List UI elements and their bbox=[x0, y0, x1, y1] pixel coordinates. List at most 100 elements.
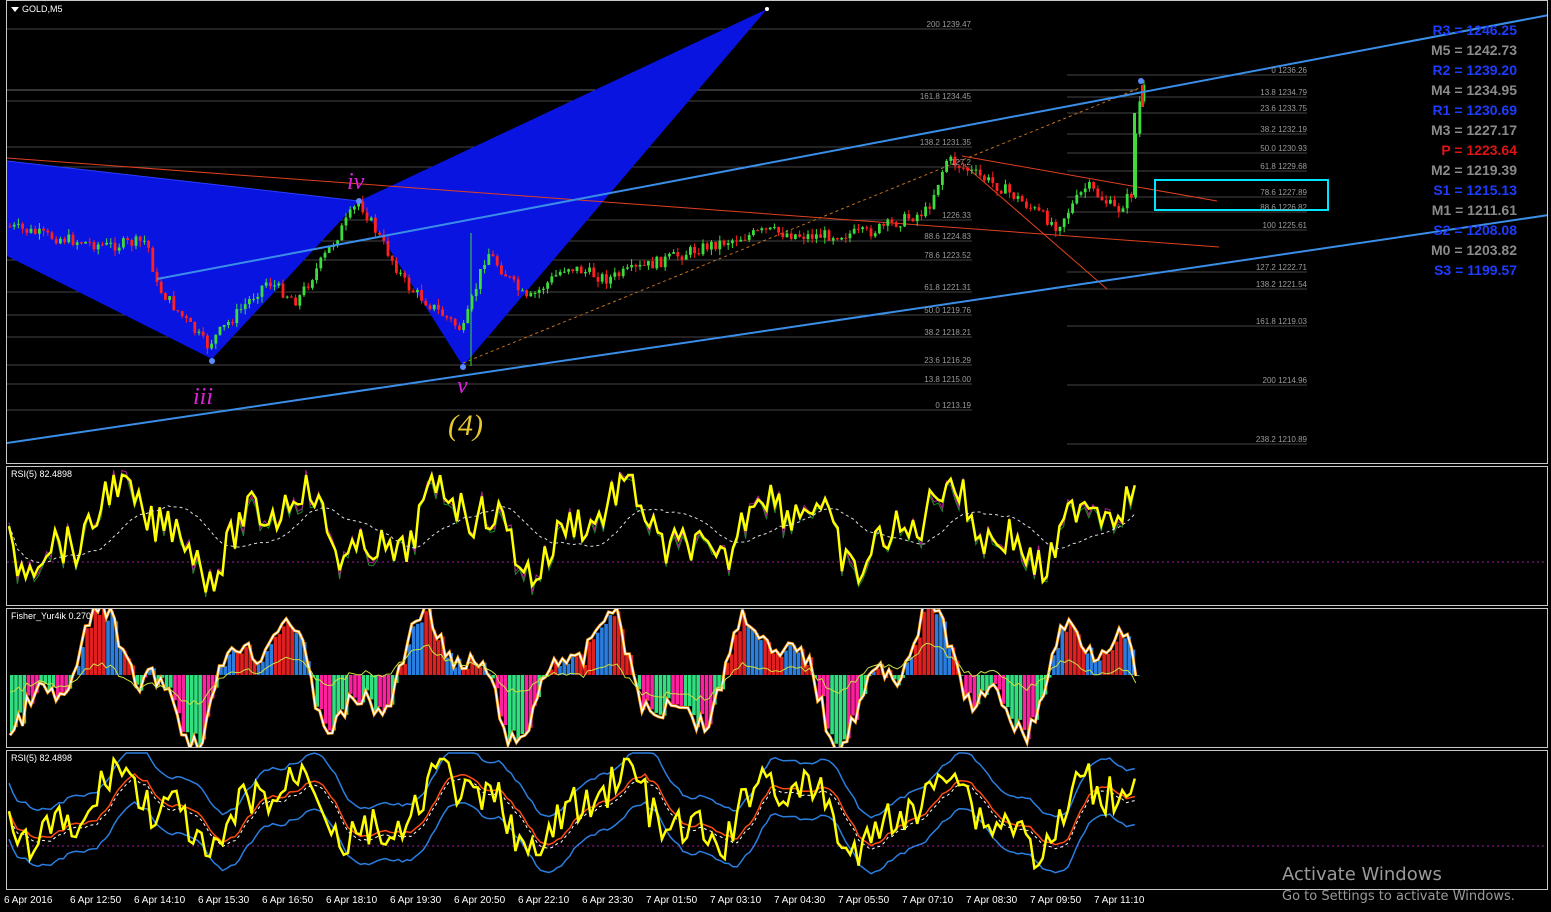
candle-body bbox=[1121, 208, 1125, 212]
candle-body bbox=[361, 201, 365, 213]
fisher-indicator-pane[interactable]: Fisher_Yur4ik 0.270 bbox=[6, 608, 1548, 748]
candle-body bbox=[1020, 196, 1024, 202]
candle-body bbox=[201, 331, 205, 336]
pivot-level-0: R3 = 1246.25 bbox=[1432, 22, 1517, 38]
fib-right-label: 50.0 1230.93 bbox=[1260, 144, 1307, 153]
fisher-histogram-bar bbox=[173, 675, 177, 701]
symbol-label[interactable]: GOLD,M5 bbox=[11, 4, 63, 14]
candle-body bbox=[718, 240, 722, 250]
candle-body bbox=[962, 167, 965, 169]
fisher-histogram-bar bbox=[717, 675, 721, 689]
price-chart-pane[interactable]: GOLD,M5 R3 = 1246.25 M5 = 1242.73 R2 = 123… bbox=[6, 0, 1548, 464]
fisher-histogram-bar bbox=[930, 609, 935, 675]
candle-body bbox=[579, 266, 583, 274]
candle-body bbox=[852, 228, 856, 234]
pivot-level-4: R1 = 1230.69 bbox=[1432, 102, 1517, 118]
candle-body bbox=[42, 228, 45, 231]
rsi-signal-green bbox=[8, 472, 1136, 598]
fisher-histogram-bar bbox=[1031, 675, 1035, 718]
time-axis-label: 6 Apr 12:50 bbox=[70, 895, 122, 906]
fisher-histogram-bar bbox=[177, 675, 181, 714]
candle-body bbox=[504, 274, 507, 277]
candle-body bbox=[1016, 196, 1020, 199]
candle-body bbox=[1041, 210, 1045, 212]
fib-left-label: 23.6 1216.29 bbox=[924, 356, 971, 365]
pivot-level-8: S1 = 1215.13 bbox=[1433, 182, 1517, 198]
fisher-histogram-bar bbox=[612, 616, 617, 675]
rsi-indicator-pane[interactable]: RSI(5) 82.4898 bbox=[6, 466, 1548, 606]
candle-body bbox=[88, 241, 92, 243]
candle-body bbox=[592, 267, 596, 278]
candle-body bbox=[348, 209, 352, 218]
candle-body bbox=[516, 279, 520, 291]
candle-body bbox=[684, 254, 688, 260]
candle-body bbox=[1100, 196, 1104, 201]
candle-body bbox=[218, 326, 222, 335]
candle-body bbox=[315, 268, 318, 281]
fib-left-label: 50.0 1219.76 bbox=[924, 306, 971, 315]
candle-body bbox=[806, 234, 810, 240]
candle-body bbox=[462, 323, 465, 331]
fisher-histogram-bar bbox=[290, 627, 294, 675]
pivot-level-1: M5 = 1242.73 bbox=[1430, 42, 1517, 58]
red-channel-bottom bbox=[961, 162, 1108, 290]
candle-body bbox=[638, 264, 642, 267]
fisher-histogram-bar bbox=[780, 656, 784, 675]
candle-body bbox=[495, 256, 499, 266]
pivot-level-9: M1 = 1211.61 bbox=[1431, 202, 1517, 218]
fib-right-label: 13.8 1234.79 bbox=[1260, 88, 1307, 97]
candle-body bbox=[248, 299, 251, 305]
price-chart-canvas[interactable] bbox=[7, 1, 1548, 463]
candle-body bbox=[138, 236, 142, 242]
fisher-histogram-bar bbox=[570, 655, 575, 675]
fisher-histogram-bar bbox=[181, 675, 186, 732]
fisher-histogram-bar bbox=[1018, 675, 1023, 720]
time-axis-label: 6 Apr 22:10 bbox=[518, 895, 570, 906]
candle-body bbox=[109, 242, 113, 244]
fisher-histogram-bar bbox=[746, 626, 751, 675]
candle-body bbox=[59, 238, 62, 244]
fisher-histogram-bar bbox=[667, 675, 671, 699]
fisher-histogram-bar bbox=[424, 611, 428, 675]
candle-body bbox=[260, 285, 264, 297]
candle-body bbox=[756, 230, 759, 232]
fisher-histogram-bar bbox=[700, 675, 705, 715]
fisher-histogram-bar bbox=[169, 675, 173, 688]
fisher-histogram-bar bbox=[834, 675, 839, 744]
fisher-histogram-bar bbox=[365, 675, 370, 691]
candle-body bbox=[886, 219, 890, 226]
fib-right-label: 200 1214.96 bbox=[1262, 376, 1308, 385]
candle-body bbox=[71, 234, 75, 245]
candle-body bbox=[1029, 207, 1032, 209]
candle-body bbox=[1025, 201, 1028, 208]
candle-body bbox=[311, 280, 314, 288]
fisher-histogram-bar bbox=[194, 675, 198, 734]
time-axis-label: 7 Apr 03:10 bbox=[710, 895, 762, 906]
candle-body bbox=[680, 256, 684, 260]
candle-body bbox=[563, 271, 566, 273]
candle-body bbox=[483, 264, 486, 270]
fisher-histogram-bar bbox=[1060, 628, 1065, 675]
fisher-histogram-bar bbox=[692, 675, 696, 716]
candle-body bbox=[731, 240, 734, 244]
fisher-histogram-bar bbox=[524, 675, 529, 733]
fib-left-label: 13.8 1215.00 bbox=[924, 375, 971, 384]
candle-body bbox=[298, 295, 302, 306]
candle-body bbox=[327, 247, 331, 253]
candle-body bbox=[25, 228, 29, 233]
candle-body bbox=[1113, 199, 1116, 207]
fisher-histogram-bar bbox=[587, 641, 592, 675]
candle-body bbox=[546, 282, 549, 289]
fisher-histogram-bar bbox=[503, 675, 508, 726]
candle-body bbox=[857, 228, 860, 230]
candle-body bbox=[621, 268, 625, 277]
candle-body bbox=[827, 230, 831, 241]
fisher-title: Fisher_Yur4ik 0.270 bbox=[11, 611, 92, 621]
rsi-bands-title: RSI(5) 82.4898 bbox=[11, 753, 73, 763]
candle-body bbox=[668, 253, 671, 257]
rsi-bands-avg bbox=[8, 777, 1135, 851]
candle-body bbox=[428, 305, 432, 310]
time-axis-label: 7 Apr 07:10 bbox=[902, 895, 954, 906]
fib-left-label: 38.2 1218.21 bbox=[924, 328, 971, 337]
candle-body bbox=[752, 230, 755, 236]
